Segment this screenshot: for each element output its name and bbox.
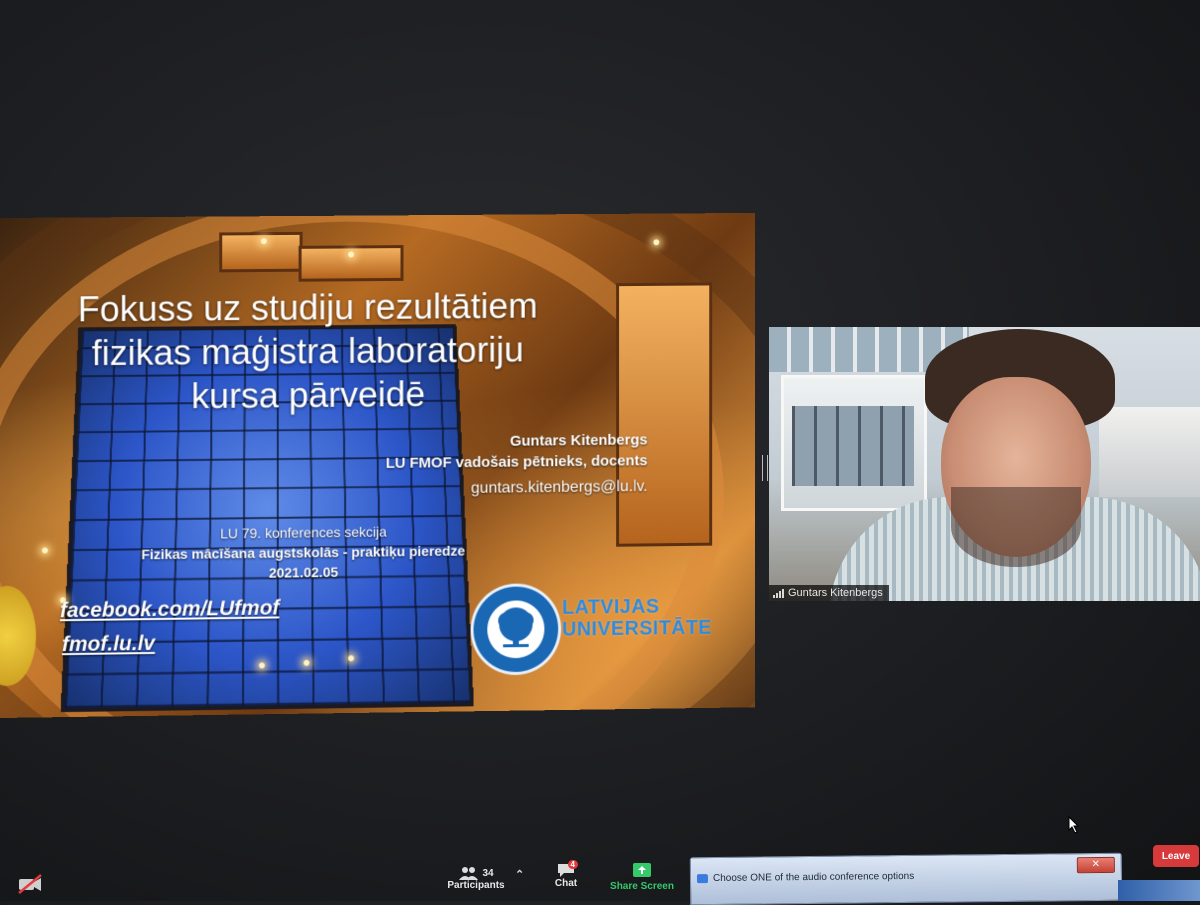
shared-screen-slide: Fokuss uz studiju rezultātiem fizikas ma… — [0, 213, 755, 718]
speaker-beard — [951, 487, 1081, 567]
speaker-video-tile[interactable]: Guntars Kitenbergs — [769, 327, 1200, 601]
lamp — [304, 660, 310, 666]
lamp — [42, 547, 48, 553]
university-name: LATVIJAS UNIVERSITĀTE — [562, 595, 712, 641]
lamp — [259, 662, 265, 668]
slide-title: Fokuss uz studiju rezultātiem fizikas ma… — [20, 283, 595, 419]
conference-block: LU 79. konferences sekcija Fizikas mācīš… — [110, 520, 496, 584]
participants-icon — [458, 866, 478, 880]
participants-top: 34 — [446, 866, 506, 880]
window-boxes — [616, 282, 712, 546]
lamp — [348, 655, 354, 661]
taskbar-fragment — [1118, 880, 1200, 901]
participants-count: 34 — [482, 868, 493, 879]
participants-button[interactable]: 34 Participants — [446, 866, 506, 891]
chat-button[interactable]: 4 Chat — [553, 862, 579, 889]
mute-button[interactable] — [16, 872, 44, 896]
author-name: Guntars Kitenbergs — [386, 430, 648, 453]
dialog-close-button[interactable]: ✕ — [1077, 857, 1115, 873]
university-name-line: LATVIJAS — [562, 595, 712, 619]
title-line: Fokuss uz studiju rezultātiem — [20, 283, 595, 331]
participant-name: Guntars Kitenbergs — [788, 587, 883, 599]
university-name-line: UNIVERSITĀTE — [562, 617, 712, 641]
lamp — [348, 251, 354, 257]
view-splitter-handle[interactable] — [762, 455, 768, 481]
lamp — [653, 239, 659, 245]
signal-bars-icon — [773, 589, 784, 598]
muted-video-icon — [16, 872, 44, 896]
university-seal-logo — [471, 583, 562, 675]
chat-unread-badge: 4 — [568, 860, 578, 869]
chat-label: Chat — [553, 878, 579, 889]
leave-button[interactable]: Leave — [1153, 845, 1199, 867]
title-line: kursa pārveidē — [20, 371, 595, 420]
mouse-cursor-icon — [1068, 816, 1080, 834]
website-link: fmof.lu.lv — [62, 632, 155, 657]
author-position: LU FMOF vadošais pētnieks, docents — [386, 450, 648, 474]
oak-tree-icon — [474, 586, 559, 672]
background-building — [1099, 407, 1200, 497]
title-line: fizikas maģistra laboratoriju — [20, 327, 595, 376]
author-block: Guntars Kitenbergs LU FMOF vadošais pētn… — [386, 430, 648, 500]
participant-name-tag: Guntars Kitenbergs — [769, 585, 889, 601]
facebook-link: facebook.com/LUfmof — [60, 597, 279, 624]
chat-icon-wrap: 4 — [556, 862, 576, 878]
author-email: guntars.kitenbergs@lu.lv. — [386, 476, 648, 500]
lamp — [261, 238, 267, 244]
share-screen-icon — [632, 862, 652, 878]
share-screen-button[interactable]: Share Screen — [610, 862, 674, 892]
zoom-app-icon — [697, 874, 708, 883]
background-building — [781, 375, 927, 511]
participants-label: Participants — [446, 880, 506, 891]
participants-caret-icon[interactable]: ⌃ — [515, 868, 524, 881]
share-screen-label: Share Screen — [610, 881, 674, 892]
audio-options-dialog[interactable]: Choose ONE of the audio conference optio… — [690, 853, 1122, 905]
dialog-title: Choose ONE of the audio conference optio… — [713, 871, 914, 884]
